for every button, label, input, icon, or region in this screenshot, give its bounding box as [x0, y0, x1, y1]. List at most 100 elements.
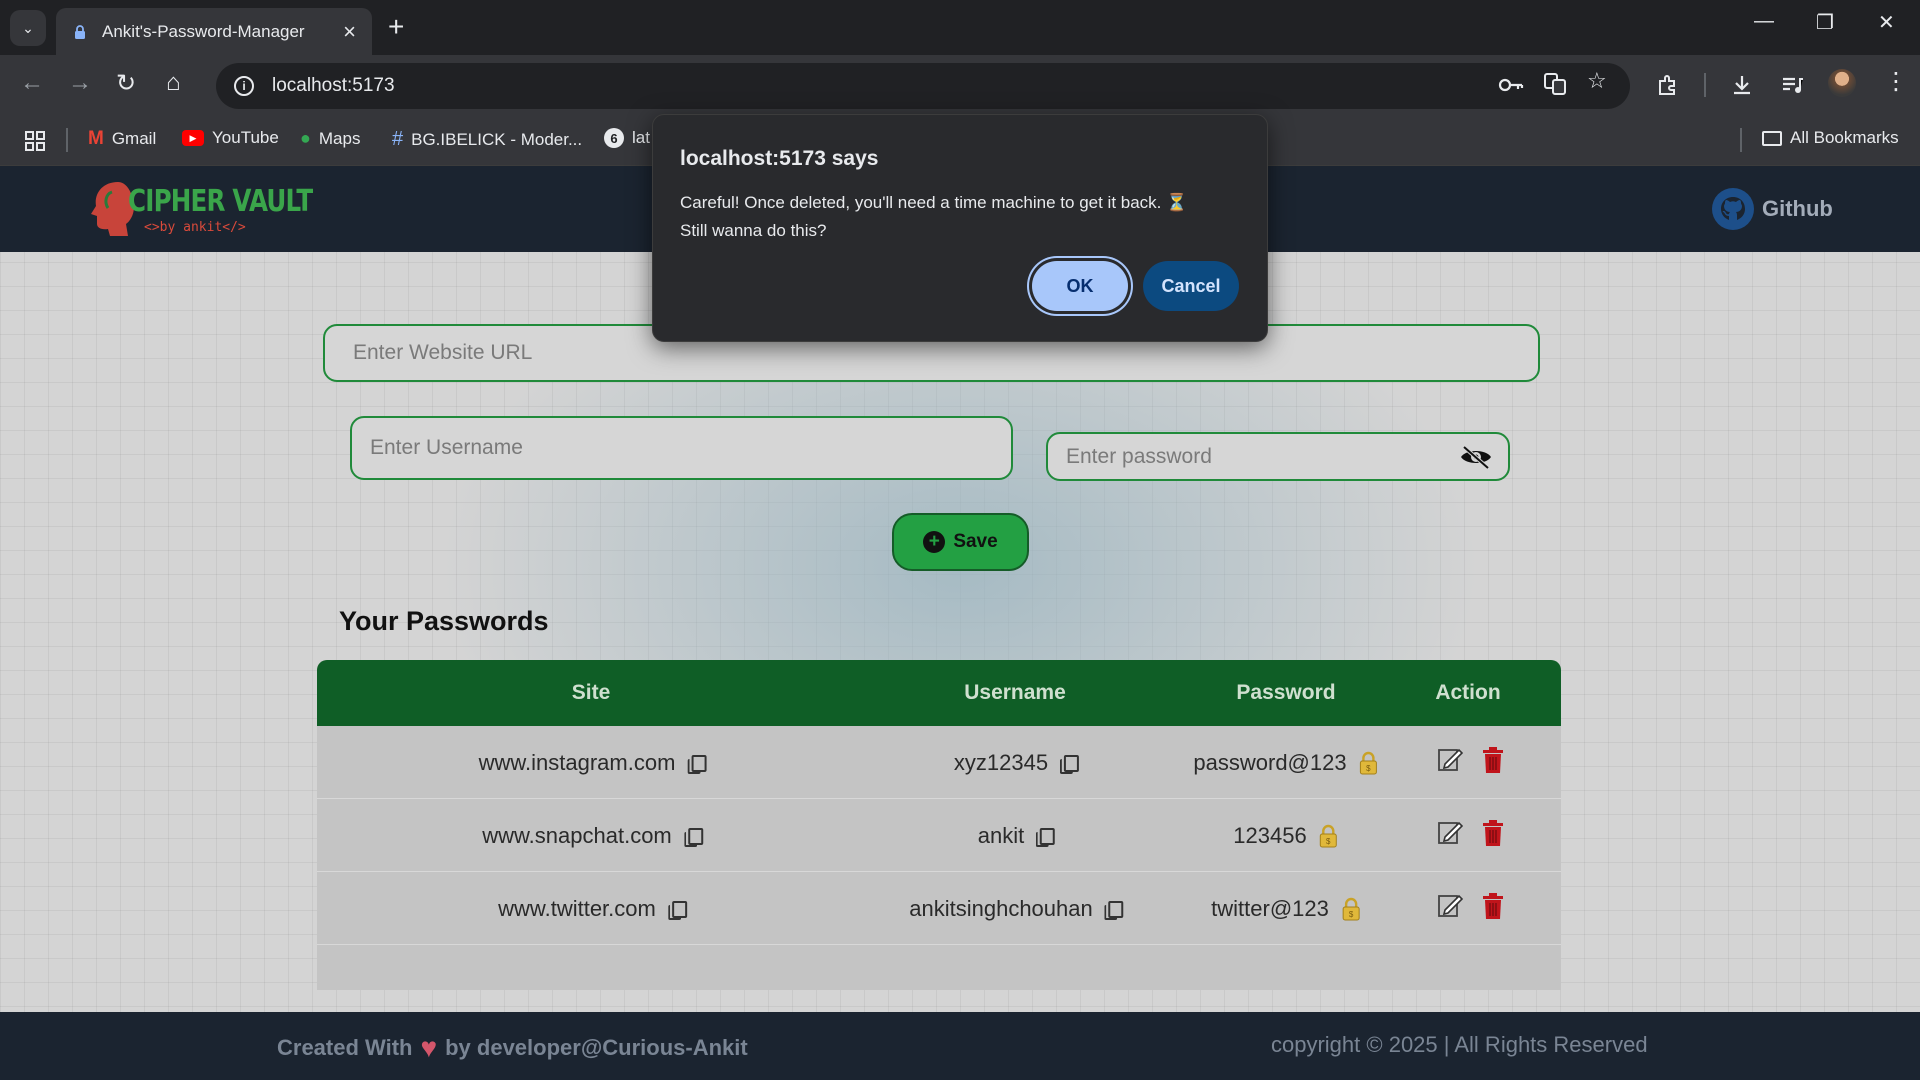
column-header-action: Action: [1435, 681, 1501, 704]
close-tab-icon[interactable]: ×: [343, 19, 356, 45]
username-cell: ankitsinghchouhan: [909, 896, 1124, 922]
dialog-cancel-button[interactable]: Cancel: [1143, 261, 1239, 311]
dialog-ok-button[interactable]: OK: [1032, 261, 1128, 311]
browser-tab[interactable]: Ankit's-Password-Manager ×: [56, 8, 372, 55]
download-icon[interactable]: [1730, 73, 1754, 97]
gmail-icon: M: [88, 128, 104, 149]
password-cell: password@123 $: [1193, 750, 1378, 776]
bookmark-lat[interactable]: 6 lat: [604, 128, 650, 148]
url-text: localhost:5173: [272, 75, 395, 96]
delete-trash-icon[interactable]: [1481, 746, 1505, 774]
reload-icon[interactable]: ↻: [116, 69, 136, 98]
restore-icon[interactable]: ❐: [1816, 10, 1834, 35]
password-cell: twitter@123 $: [1211, 896, 1361, 922]
forward-icon[interactable]: →: [68, 69, 92, 97]
lock-icon[interactable]: $: [1319, 824, 1339, 848]
site-footer: Created With ♥ by developer@Curious-Anki…: [0, 1012, 1920, 1080]
translate-icon[interactable]: [1543, 72, 1567, 96]
created-with-text: Created With: [277, 1035, 413, 1060]
username-input[interactable]: [350, 416, 1013, 480]
username-cell: ankit: [977, 823, 1056, 849]
dialog-message: Careful! Once deleted, you'll need a tim…: [680, 189, 1240, 245]
bookmark-maps[interactable]: ● Maps: [300, 128, 360, 149]
browser-tab-bar: ⌄ Ankit's-Password-Manager × + — ❐ ✕: [0, 0, 1920, 55]
dialog-message-line2: Still wanna do this?: [680, 221, 827, 240]
maps-icon: ●: [300, 128, 311, 148]
password-text: twitter@123: [1211, 896, 1329, 921]
github-icon: [1712, 188, 1754, 230]
media-control-icon[interactable]: [1780, 73, 1804, 97]
bookmark-gmail[interactable]: M Gmail: [88, 128, 156, 150]
bookmark-divider: [66, 128, 68, 152]
github-link[interactable]: Github: [1712, 188, 1833, 230]
lock-icon[interactable]: $: [1359, 751, 1379, 775]
password-cell: 123456 $: [1233, 823, 1338, 849]
save-label: Save: [953, 531, 998, 552]
all-bookmarks-button[interactable]: All Bookmarks: [1762, 128, 1899, 148]
logo-subtitle: <>by ankit</>: [144, 220, 246, 235]
site-cell: www.instagram.com: [478, 750, 707, 776]
copy-icon[interactable]: [667, 900, 687, 920]
address-bar[interactable]: i localhost:5173: [216, 63, 1630, 109]
edit-icon[interactable]: [1437, 819, 1463, 845]
github-label: Github: [1762, 196, 1833, 221]
table-row: www.twitter.com ankitsinghchouhan twitte…: [317, 872, 1561, 945]
confirm-dialog: localhost:5173 says Careful! Once delete…: [652, 114, 1268, 342]
back-icon[interactable]: ←: [20, 69, 44, 97]
apps-grid-icon[interactable]: [24, 130, 46, 152]
bookmark-icon: 6: [604, 128, 624, 148]
youtube-icon: ▶: [182, 130, 204, 146]
save-button[interactable]: + Save: [892, 513, 1029, 571]
edit-icon[interactable]: [1437, 892, 1463, 918]
dialog-title: localhost:5173 says: [680, 147, 879, 170]
footer-credit: Created With ♥ by developer@Curious-Anki…: [277, 1032, 748, 1064]
table-row: www.instagram.com xyz12345 password@123 …: [317, 726, 1561, 799]
bookmark-youtube[interactable]: ▶ YouTube: [182, 128, 279, 148]
copy-icon[interactable]: [683, 827, 703, 847]
dialog-message-line1: Careful! Once deleted, you'll need a tim…: [680, 193, 1188, 212]
minimize-icon[interactable]: —: [1754, 10, 1774, 33]
close-window-icon[interactable]: ✕: [1878, 10, 1895, 35]
star-bookmark-icon[interactable]: ☆: [1587, 68, 1607, 94]
copy-icon[interactable]: [1060, 754, 1080, 774]
heart-icon: ♥: [420, 1032, 438, 1063]
svg-text:$: $: [1326, 837, 1331, 846]
username-text: ankitsinghchouhan: [909, 896, 1093, 921]
password-key-icon[interactable]: [1498, 72, 1524, 98]
svg-text:$: $: [1366, 764, 1371, 773]
svg-text:$: $: [1349, 910, 1354, 919]
lock-favicon-icon: [75, 24, 85, 39]
site-text: www.twitter.com: [498, 896, 656, 921]
column-header-password: Password: [1236, 681, 1336, 704]
username-text: ankit: [977, 823, 1025, 848]
lock-icon[interactable]: $: [1341, 897, 1361, 921]
profile-avatar[interactable]: [1828, 69, 1856, 97]
developer-text: by developer@Curious-Ankit: [445, 1035, 748, 1060]
bookmark-bg-ibelick[interactable]: # BG.IBELICK - Moder...: [392, 128, 582, 151]
delete-trash-icon[interactable]: [1481, 819, 1505, 847]
password-text: password@123: [1193, 750, 1347, 775]
site-text: www.snapchat.com: [482, 823, 672, 848]
eye-slash-icon[interactable]: [1458, 444, 1494, 470]
tab-title: Ankit's-Password-Manager: [102, 21, 305, 41]
chevron-down-icon: ⌄: [22, 19, 34, 36]
site-text: www.instagram.com: [478, 750, 676, 775]
copy-icon[interactable]: [1104, 900, 1124, 920]
copy-icon[interactable]: [1036, 827, 1056, 847]
edit-icon[interactable]: [1437, 746, 1463, 772]
cipher-vault-logo[interactable]: CIPHER VAULT <>by ankit</>: [88, 178, 313, 240]
column-header-username: Username: [964, 681, 1066, 704]
password-input[interactable]: [1048, 434, 1438, 479]
table-row: www.snapchat.com ankit 123456 $: [317, 799, 1561, 872]
delete-trash-icon[interactable]: [1481, 892, 1505, 920]
plus-circle-icon: +: [923, 531, 946, 553]
new-tab-button[interactable]: +: [388, 12, 404, 42]
site-info-icon[interactable]: i: [234, 76, 254, 96]
more-menu-icon[interactable]: ⋮: [1884, 67, 1908, 96]
home-icon[interactable]: ⌂: [166, 69, 181, 97]
browser-toolbar: ← → ↻ ⌂ i localhost:5173 ☆ ⋮: [0, 55, 1920, 116]
extensions-icon[interactable]: [1656, 73, 1680, 97]
copy-icon[interactable]: [687, 754, 707, 774]
tab-search-button[interactable]: ⌄: [10, 10, 46, 46]
copyright-text: copyright © 2025 | All Rights Reserved: [1271, 1032, 1648, 1057]
